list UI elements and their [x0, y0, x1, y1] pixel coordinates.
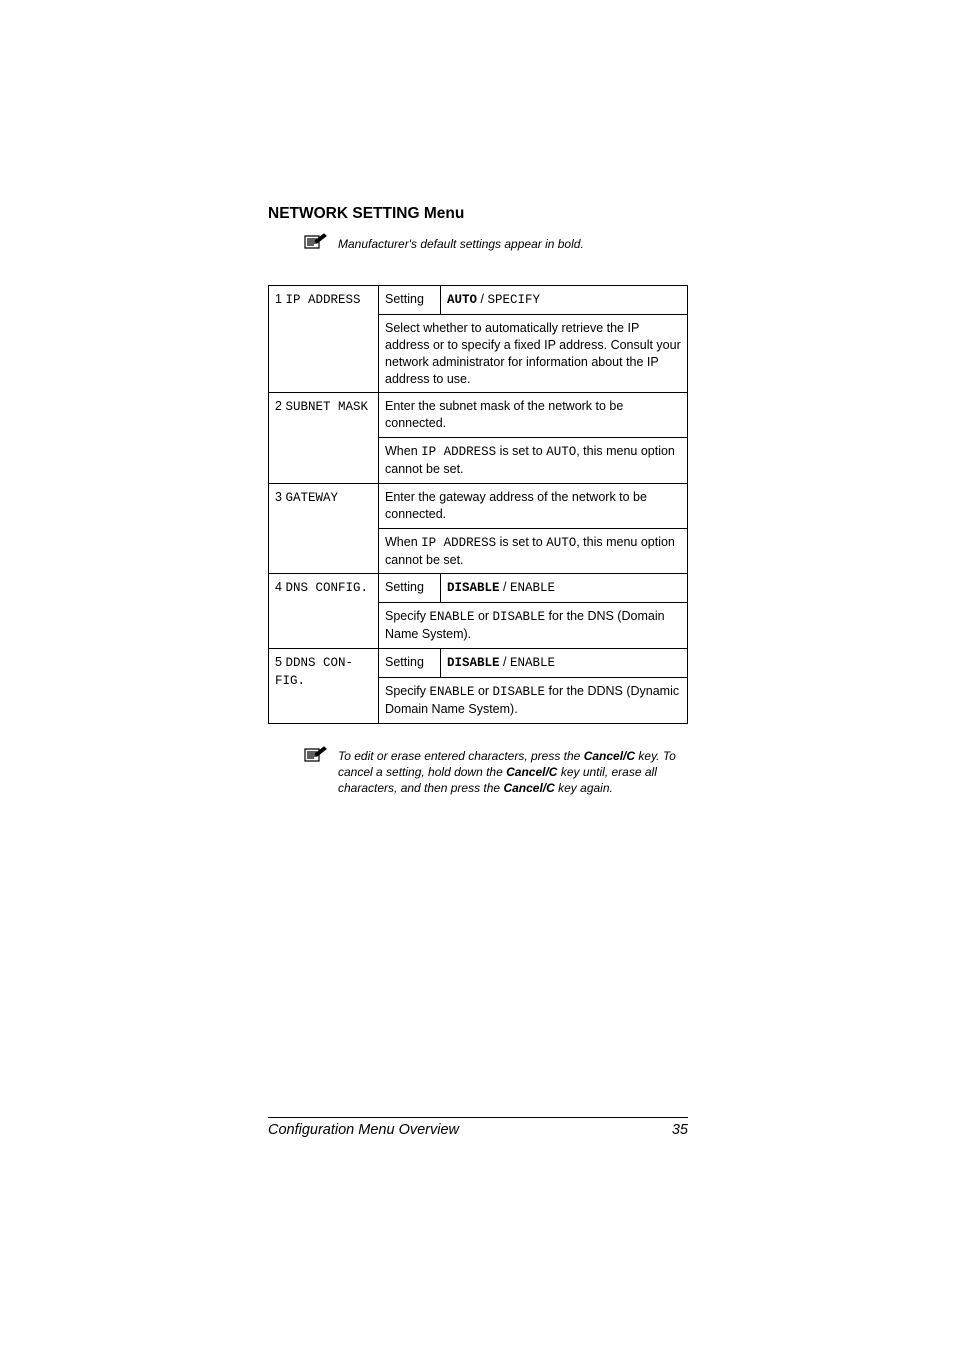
row5-setting-label: Setting: [379, 649, 441, 678]
note-icon: [302, 746, 328, 766]
row4-value-bold: DISABLE: [447, 581, 500, 595]
row5-d-m2: DISABLE: [493, 685, 546, 699]
row2-desc-b: When IP ADDRESS is set to AUTO, this men…: [379, 438, 688, 484]
row1-value-sep: /: [477, 292, 487, 306]
row3-desc-b: When IP ADDRESS is set to AUTO, this men…: [379, 528, 688, 574]
row5-desc: Specify ENABLE or DISABLE for the DDNS (…: [379, 677, 688, 723]
row2-num: 2: [275, 399, 285, 413]
row4-value-sep: /: [500, 580, 510, 594]
footnote-text: To edit or erase entered characters, pre…: [338, 746, 688, 797]
row1-values: AUTO / SPECIFY: [441, 286, 688, 315]
row4-values: DISABLE / ENABLE: [441, 574, 688, 603]
settings-table: 1 IP ADDRESS Setting AUTO / SPECIFY Sele…: [268, 285, 688, 724]
row1-desc: Select whether to automatically retrieve…: [379, 314, 688, 393]
intro-note: Manufacturer's default settings appear i…: [302, 233, 688, 253]
row4-setting-label: Setting: [379, 574, 441, 603]
row2-label: 2 SUBNET MASK: [269, 393, 379, 484]
row1-setting-label: Setting: [379, 286, 441, 315]
row5-value-bold: DISABLE: [447, 656, 500, 670]
row5-num: 5: [275, 655, 285, 669]
footer-title: Configuration Menu Overview: [268, 1122, 459, 1138]
row5-key2: FIG.: [275, 674, 305, 688]
row3-key: GATEWAY: [285, 491, 338, 505]
row4-value-plain: ENABLE: [510, 581, 555, 595]
intro-note-text: Manufacturer's default settings appear i…: [338, 233, 584, 251]
row5-d-pre: Specify: [385, 684, 429, 698]
row1-value-plain: SPECIFY: [487, 293, 540, 307]
row2-b-pre: When: [385, 444, 421, 458]
row4-label: 4 DNS CONFIG.: [269, 574, 379, 649]
row2-b-mid: is set to: [496, 444, 546, 458]
row3-num: 3: [275, 490, 285, 504]
row1-key: IP ADDRESS: [285, 293, 360, 307]
footnote: To edit or erase entered characters, pre…: [302, 746, 688, 797]
row4-d-m1: ENABLE: [429, 610, 474, 624]
row4-d-m2: DISABLE: [493, 610, 546, 624]
row4-key: DNS CONFIG.: [285, 581, 368, 595]
page-heading: NETWORK SETTING Menu: [268, 205, 688, 223]
row5-values: DISABLE / ENABLE: [441, 649, 688, 678]
fn-a: To edit or erase entered characters, pre…: [338, 749, 584, 763]
row1-label: 1 IP ADDRESS: [269, 286, 379, 393]
row5-key1: DDNS CON-: [285, 656, 353, 670]
row2-key: SUBNET MASK: [285, 400, 368, 414]
fn-k2: Cancel/C: [506, 765, 557, 779]
row2-b-m1: IP ADDRESS: [421, 445, 496, 459]
row3-label: 3 GATEWAY: [269, 483, 379, 574]
row3-b-mid: is set to: [496, 535, 546, 549]
row4-desc: Specify ENABLE or DISABLE for the DNS (D…: [379, 603, 688, 649]
row4-num: 4: [275, 580, 285, 594]
fn-d: key again.: [555, 781, 613, 795]
row5-value-sep: /: [500, 655, 510, 669]
row1-value-bold: AUTO: [447, 293, 477, 307]
row5-value-plain: ENABLE: [510, 656, 555, 670]
row5-d-m1: ENABLE: [429, 685, 474, 699]
row3-desc-a: Enter the gateway address of the network…: [379, 483, 688, 528]
row1-num: 1: [275, 292, 285, 306]
row3-b-pre: When: [385, 535, 421, 549]
row3-b-m2: AUTO: [546, 536, 576, 550]
page-footer: Configuration Menu Overview 35: [268, 1117, 688, 1138]
page-number: 35: [672, 1122, 688, 1138]
row5-label: 5 DDNS CON- FIG.: [269, 649, 379, 724]
row3-b-m1: IP ADDRESS: [421, 536, 496, 550]
fn-k3: Cancel/C: [503, 781, 554, 795]
fn-k1: Cancel/C: [584, 749, 635, 763]
row2-b-m2: AUTO: [546, 445, 576, 459]
row2-desc-a: Enter the subnet mask of the network to …: [379, 393, 688, 438]
row4-d-or: or: [474, 609, 492, 623]
row4-d-pre: Specify: [385, 609, 429, 623]
row5-d-or: or: [474, 684, 492, 698]
note-icon: [302, 233, 328, 253]
